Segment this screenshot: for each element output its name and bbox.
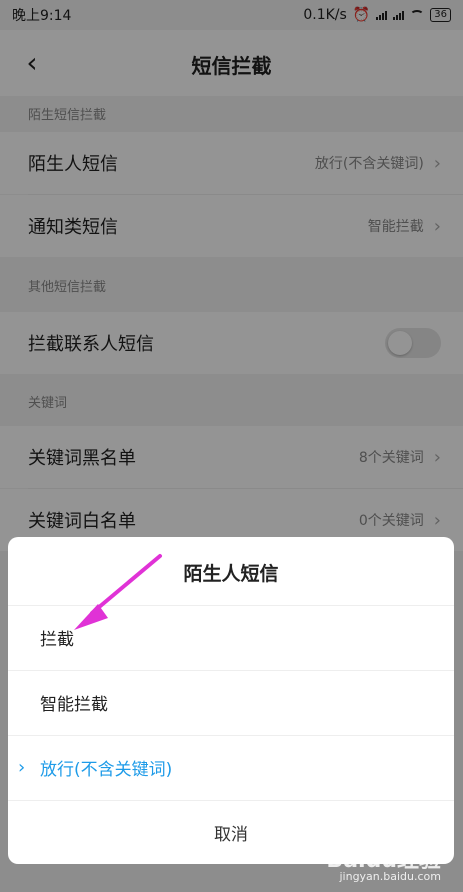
dialog-title: 陌生人短信 (183, 563, 279, 585)
option-label: 智能拦截 (40, 695, 108, 715)
option-label: 拦截 (40, 630, 74, 650)
dialog-option-allow[interactable]: › 放行(不含关键词) (8, 735, 454, 799)
selected-check-icon: › (18, 757, 26, 778)
dialog-option-block[interactable]: 拦截 (8, 605, 454, 669)
watermark-url: jingyan.baidu.com (339, 870, 441, 883)
option-dialog: 陌生人短信 拦截 智能拦截 › 放行(不含关键词) 取消 (8, 537, 454, 864)
dialog-option-smart-block[interactable]: 智能拦截 (8, 670, 454, 734)
cancel-label: 取消 (214, 825, 248, 845)
option-label: 放行(不含关键词) (40, 760, 173, 780)
